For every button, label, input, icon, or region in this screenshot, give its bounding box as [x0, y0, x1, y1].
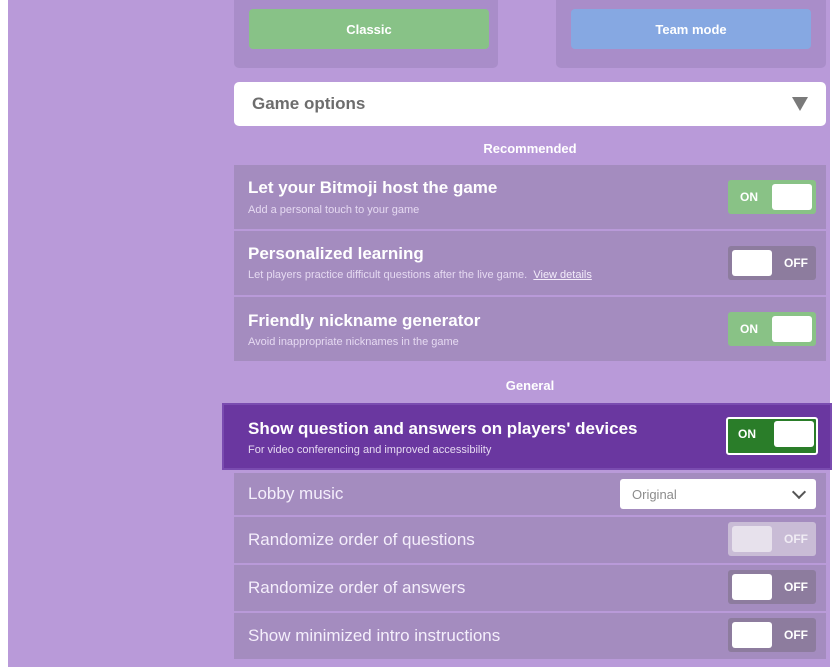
nickname-generator-toggle[interactable]: ON	[728, 312, 816, 346]
setting-row-show-question-answers: Show question and answers on players' de…	[222, 403, 832, 470]
setting-description-text: Let players practice difficult questions…	[248, 269, 528, 281]
team-mode-panel: Team mode	[556, 0, 826, 68]
setting-description: Add a personal touch to your game	[248, 204, 420, 216]
personalized-learning-toggle[interactable]: OFF	[728, 246, 816, 280]
lobby-music-select[interactable]: Original	[620, 479, 816, 509]
setting-row-minimized-intro: Show minimized intro instructions OFF	[234, 613, 826, 659]
toggle-knob	[732, 622, 772, 648]
toggle-state: OFF	[784, 628, 808, 642]
randomize-answers-toggle[interactable]: OFF	[728, 570, 816, 604]
right-edge	[830, 0, 837, 667]
show-question-answers-toggle[interactable]: ON	[726, 417, 818, 455]
toggle-state: OFF	[784, 532, 808, 546]
section-title-recommended: Recommended	[483, 141, 577, 156]
lobby-music-selected-value: Original	[632, 486, 677, 502]
classic-mode-button[interactable]: Classic	[249, 9, 489, 49]
setting-description: For video conferencing and improved acce…	[248, 444, 492, 456]
game-options-title: Game options	[252, 94, 366, 113]
setting-row-personalized-learning: Personalized learning Let players practi…	[234, 231, 826, 295]
setting-label: Show minimized intro instructions	[248, 626, 501, 645]
toggle-knob	[732, 526, 772, 552]
setting-label: Show question and answers on players' de…	[248, 419, 638, 438]
setting-label: Lobby music	[248, 484, 344, 503]
setting-label: Let your Bitmoji host the game	[248, 178, 498, 197]
toggle-knob	[732, 574, 772, 600]
setting-row-randomize-questions: Randomize order of questions OFF	[234, 517, 826, 563]
toggle-state: OFF	[784, 256, 808, 270]
setting-label: Randomize order of answers	[248, 578, 466, 597]
setting-row-randomize-answers: Randomize order of answers OFF	[234, 565, 826, 611]
section-title-general: General	[505, 378, 555, 393]
toggle-state: ON	[740, 322, 758, 336]
setting-row-nickname-generator: Friendly nickname generator Avoid inappr…	[234, 297, 826, 361]
toggle-state: ON	[738, 427, 756, 441]
chevron-down-icon	[791, 484, 807, 499]
setting-row-bitmoji-host: Let your Bitmoji host the game Add a per…	[234, 165, 826, 229]
bitmoji-host-toggle[interactable]: ON	[728, 180, 816, 214]
toggle-state: ON	[740, 190, 758, 204]
setting-label: Randomize order of questions	[248, 530, 475, 549]
toggle-knob	[772, 316, 812, 342]
toggle-knob	[774, 421, 814, 447]
left-edge	[0, 0, 8, 667]
classic-mode-panel: Classic	[234, 0, 498, 68]
setting-label: Friendly nickname generator	[248, 311, 481, 330]
toggle-knob	[732, 250, 772, 276]
team-mode-button[interactable]: Team mode	[571, 9, 811, 49]
setting-label: Personalized learning	[248, 244, 424, 263]
setting-row-lobby-music: Lobby music Original	[234, 473, 826, 515]
triangle-down-icon	[792, 97, 808, 111]
minimized-intro-toggle[interactable]: OFF	[728, 618, 816, 652]
randomize-questions-toggle[interactable]: OFF	[728, 522, 816, 556]
toggle-knob	[772, 184, 812, 210]
game-options-dropdown[interactable]: Game options	[234, 82, 826, 126]
setting-description: Avoid inappropriate nicknames in the gam…	[248, 336, 459, 348]
setting-description: Let players practice difficult questions…	[248, 269, 592, 281]
view-details-link[interactable]: View details	[533, 269, 592, 281]
toggle-state: OFF	[784, 580, 808, 594]
